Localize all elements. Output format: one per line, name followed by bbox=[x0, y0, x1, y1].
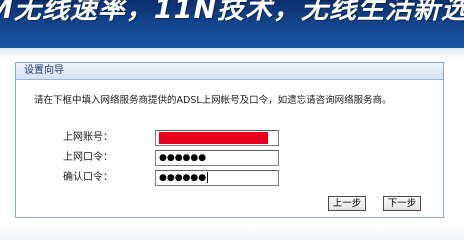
banner-slogan: M无线速率，11N技术，无线生活新选择 bbox=[0, 0, 464, 25]
previous-step-button[interactable]: 上一步 bbox=[328, 196, 366, 211]
confirm-password-input[interactable]: ●●●●●● bbox=[155, 170, 279, 186]
wizard-instruction: 请在下框中填入网络服务商提供的ADSL上网帐号及口令，如遗忘请咨询网络服务商。 bbox=[34, 95, 392, 106]
header-banner: M无线速率，11N技术，无线生活新选择 bbox=[0, 0, 464, 48]
text-caret bbox=[207, 172, 209, 183]
footer-strip bbox=[0, 224, 464, 240]
setup-wizard-panel: 设置向导 请在下框中填入网络服务商提供的ADSL上网帐号及口令，如遗忘请咨询网络… bbox=[15, 62, 444, 218]
confirm-password-value: ●●●●●● bbox=[159, 173, 207, 183]
password-label: 上网口令： bbox=[63, 152, 113, 163]
wizard-title: 设置向导 bbox=[16, 63, 443, 80]
username-redaction bbox=[159, 132, 268, 144]
username-label: 上网账号： bbox=[63, 132, 113, 143]
confirm-password-label: 确认口令： bbox=[63, 172, 113, 183]
password-input[interactable]: ●●●●●● bbox=[155, 150, 279, 166]
banner-separator bbox=[0, 48, 464, 58]
next-step-button[interactable]: 下一步 bbox=[383, 196, 421, 211]
